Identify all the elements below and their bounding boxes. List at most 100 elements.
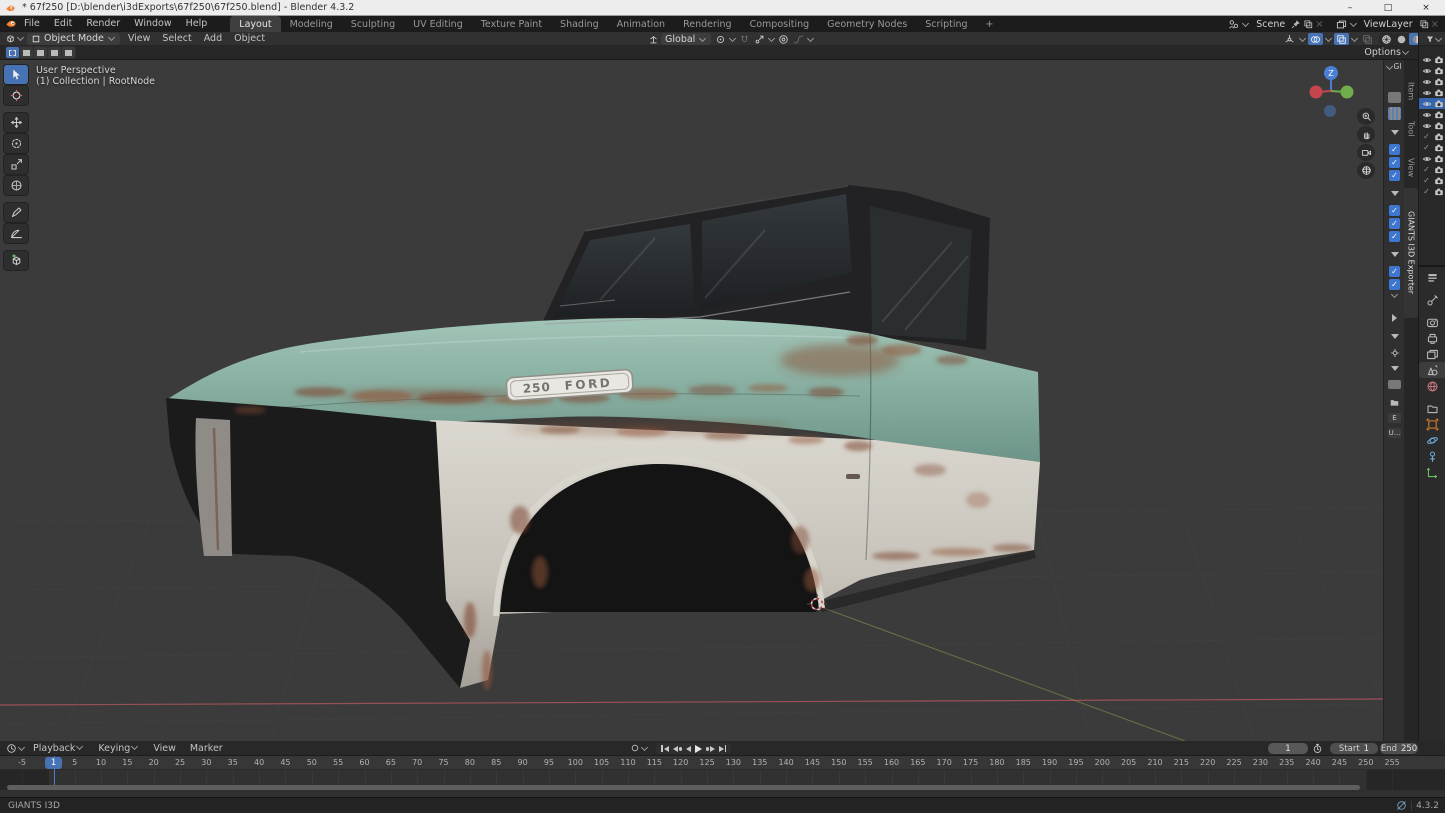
panel-checkbox[interactable]: ✓ xyxy=(1384,144,1404,155)
properties-tab-world[interactable] xyxy=(1419,378,1445,394)
viewport-menu-object[interactable]: Object xyxy=(228,32,271,46)
panel-swatch[interactable] xyxy=(1384,92,1404,103)
properties-tab-output[interactable] xyxy=(1419,330,1445,346)
camera-icon[interactable] xyxy=(1434,132,1444,142)
panel-section-arrow[interactable] xyxy=(1384,252,1404,257)
checkbox-icon[interactable]: ✓ xyxy=(1421,133,1432,141)
auto-keying-icon[interactable] xyxy=(1312,743,1323,754)
next-keyframe-button[interactable] xyxy=(706,746,715,752)
properties-tab-scene[interactable] xyxy=(1419,362,1445,378)
eye-icon[interactable] xyxy=(1422,154,1432,164)
camera-icon[interactable] xyxy=(1434,165,1444,175)
panel-checkbox[interactable]: ✓ xyxy=(1384,157,1404,168)
minimize-button[interactable]: – xyxy=(1331,0,1369,16)
timeline-menu-marker[interactable]: Marker xyxy=(183,741,230,756)
panel-checkbox[interactable]: ✓ xyxy=(1384,205,1404,216)
camera-icon[interactable] xyxy=(1434,66,1444,76)
blender-menu-icon[interactable] xyxy=(5,18,17,30)
viewport-canvas[interactable]: 250 FORD User Perspective (1) Collection… xyxy=(0,60,1383,741)
viewport-menu-add[interactable]: Add xyxy=(198,32,228,46)
camera-icon[interactable] xyxy=(1434,187,1444,197)
close-button[interactable]: × xyxy=(1407,0,1445,16)
workspace-tab-geometry-nodes[interactable]: Geometry Nodes xyxy=(818,16,916,32)
tool-measure[interactable] xyxy=(4,224,28,243)
eye-icon[interactable] xyxy=(1422,77,1432,87)
select-mode-subtract[interactable] xyxy=(34,47,47,58)
gizmo-negative-axis[interactable] xyxy=(1324,105,1336,117)
falloff-curve-icon[interactable] xyxy=(791,33,806,45)
outliner-row[interactable] xyxy=(1419,120,1445,131)
jump-end-button[interactable] xyxy=(719,745,727,752)
eye-icon[interactable] xyxy=(1422,99,1432,109)
properties-tab-collection[interactable] xyxy=(1419,400,1445,416)
outliner-row[interactable] xyxy=(1419,76,1445,87)
properties-editor-selector[interactable] xyxy=(1419,272,1445,283)
xray-toggle-icon[interactable] xyxy=(1334,33,1349,45)
show-overlays-icon[interactable] xyxy=(1308,33,1323,45)
tool-cursor[interactable] xyxy=(4,86,28,105)
new-scene-icon[interactable] xyxy=(1303,19,1313,29)
panel-checkbox[interactable]: ✓ xyxy=(1384,231,1404,242)
camera-icon[interactable] xyxy=(1434,55,1444,65)
gizmo-x-axis[interactable] xyxy=(1310,86,1323,99)
filter-icon[interactable] xyxy=(1425,34,1435,44)
camera-icon[interactable] xyxy=(1434,121,1444,131)
eye-icon[interactable] xyxy=(1422,110,1432,120)
snap-magnet-icon[interactable] xyxy=(737,33,752,45)
menu-render[interactable]: Render xyxy=(79,16,127,32)
select-mode-invert[interactable] xyxy=(48,47,61,58)
panel-expand-arrow[interactable] xyxy=(1384,334,1404,339)
proportional-editing-icon[interactable] xyxy=(776,33,791,45)
timeline-menu-playback[interactable]: Playback xyxy=(26,741,91,756)
tool-move[interactable] xyxy=(4,113,28,132)
view-layer-name[interactable]: ViewLayer xyxy=(1360,19,1417,30)
editor-type-selector[interactable] xyxy=(5,33,16,44)
pan-view-icon[interactable] xyxy=(1357,126,1375,143)
panel-checkbox[interactable]: ✓ xyxy=(1384,266,1404,277)
scene-icon[interactable] xyxy=(1228,19,1239,30)
tool-add-cube[interactable] xyxy=(4,251,28,270)
outliner-row[interactable]: ✓ xyxy=(1419,186,1445,197)
checkbox-icon[interactable]: ✓ xyxy=(1421,188,1432,196)
panel-field-e[interactable]: E xyxy=(1384,413,1404,423)
outliner-row[interactable]: ✓ xyxy=(1419,131,1445,142)
current-frame-field[interactable]: 1 xyxy=(1268,743,1308,754)
eye-icon[interactable] xyxy=(1422,88,1432,98)
orientation-dropdown[interactable]: Global xyxy=(661,33,711,45)
orthographic-view-icon[interactable] xyxy=(1357,162,1375,179)
show-gizmos-icon[interactable] xyxy=(1282,33,1297,45)
panel-field-u[interactable]: U... xyxy=(1384,428,1404,438)
panel-expand-arrow[interactable] xyxy=(1384,366,1404,371)
workspace-tab-texture-paint[interactable]: Texture Paint xyxy=(472,16,551,32)
outliner-row[interactable]: ✓ xyxy=(1419,164,1445,175)
pivot-point-icon[interactable] xyxy=(713,33,728,45)
sidebar-tab-item[interactable]: Item xyxy=(1404,74,1418,108)
camera-icon[interactable] xyxy=(1434,110,1444,120)
panel-section-arrow[interactable] xyxy=(1384,191,1404,196)
outliner-row[interactable]: ✓ xyxy=(1419,142,1445,153)
panel-collapse-control[interactable]: GI xyxy=(1384,62,1404,71)
zoom-view-icon[interactable] xyxy=(1357,108,1375,125)
timeline-scrollbar[interactable] xyxy=(7,785,1360,790)
workspace-tab-shading[interactable]: Shading xyxy=(551,16,608,32)
camera-icon[interactable] xyxy=(1434,176,1444,186)
eye-icon[interactable] xyxy=(1422,55,1432,65)
options-dropdown[interactable]: Options xyxy=(1364,47,1410,58)
properties-tab-tool[interactable] xyxy=(1419,292,1445,308)
menu-edit[interactable]: Edit xyxy=(47,16,79,32)
properties-tab-constraints[interactable] xyxy=(1419,448,1445,464)
properties-tab-render[interactable] xyxy=(1419,314,1445,330)
tool-scale[interactable] xyxy=(4,155,28,174)
view-layer-icon[interactable] xyxy=(1336,19,1347,30)
sidebar-tab-giants-i3d-exporter[interactable]: GIANTS I3D Exporter xyxy=(1404,188,1418,318)
menu-window[interactable]: Window xyxy=(127,16,178,32)
select-mode-intersect[interactable] xyxy=(62,47,75,58)
timeline-ruler[interactable]: -551015202530354045505560657075808590951… xyxy=(0,756,1445,770)
select-mode-extend[interactable] xyxy=(20,47,33,58)
viewport-menu-view[interactable]: View xyxy=(122,32,157,46)
current-frame-indicator[interactable]: 1 xyxy=(45,757,62,769)
select-mode-set[interactable] xyxy=(6,47,19,58)
camera-view-icon[interactable] xyxy=(1357,144,1375,161)
navigation-gizmo[interactable]: Z xyxy=(1309,64,1355,120)
snap-target-icon[interactable] xyxy=(752,33,767,45)
